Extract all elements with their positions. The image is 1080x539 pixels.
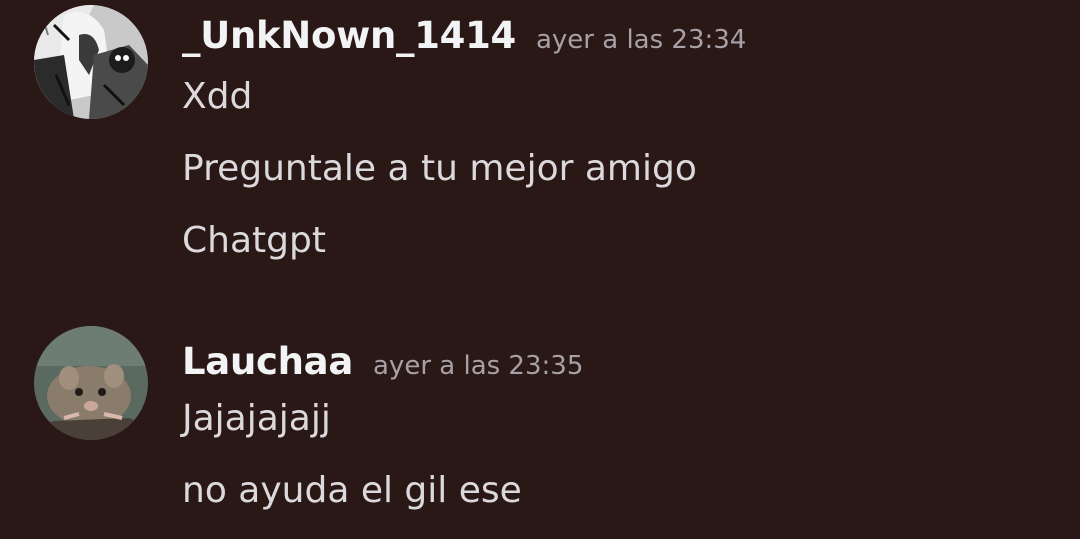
username[interactable]: Lauchaa (182, 340, 353, 383)
message-header: _UnkNown_1414 ayer a las 23:34 (182, 14, 746, 57)
manga-character-avatar-icon[interactable] (34, 5, 148, 119)
message-text[interactable]: Jajajajajj (182, 398, 331, 439)
message-header: Lauchaa ayer a las 23:35 (182, 340, 583, 383)
message-text[interactable]: Xdd (182, 76, 252, 117)
rat-avatar-icon[interactable] (34, 326, 148, 440)
chat-message-list: _UnkNown_1414 ayer a las 23:34 Xdd Pregun… (0, 0, 1080, 539)
timestamp[interactable]: ayer a las 23:34 (536, 25, 746, 55)
timestamp[interactable]: ayer a las 23:35 (373, 351, 583, 381)
message-text[interactable]: Preguntale a tu mejor amigo (182, 148, 697, 189)
message-text[interactable]: Chatgpt (182, 220, 326, 261)
username[interactable]: _UnkNown_1414 (182, 14, 516, 57)
message-text[interactable]: no ayuda el gil ese (182, 470, 522, 511)
